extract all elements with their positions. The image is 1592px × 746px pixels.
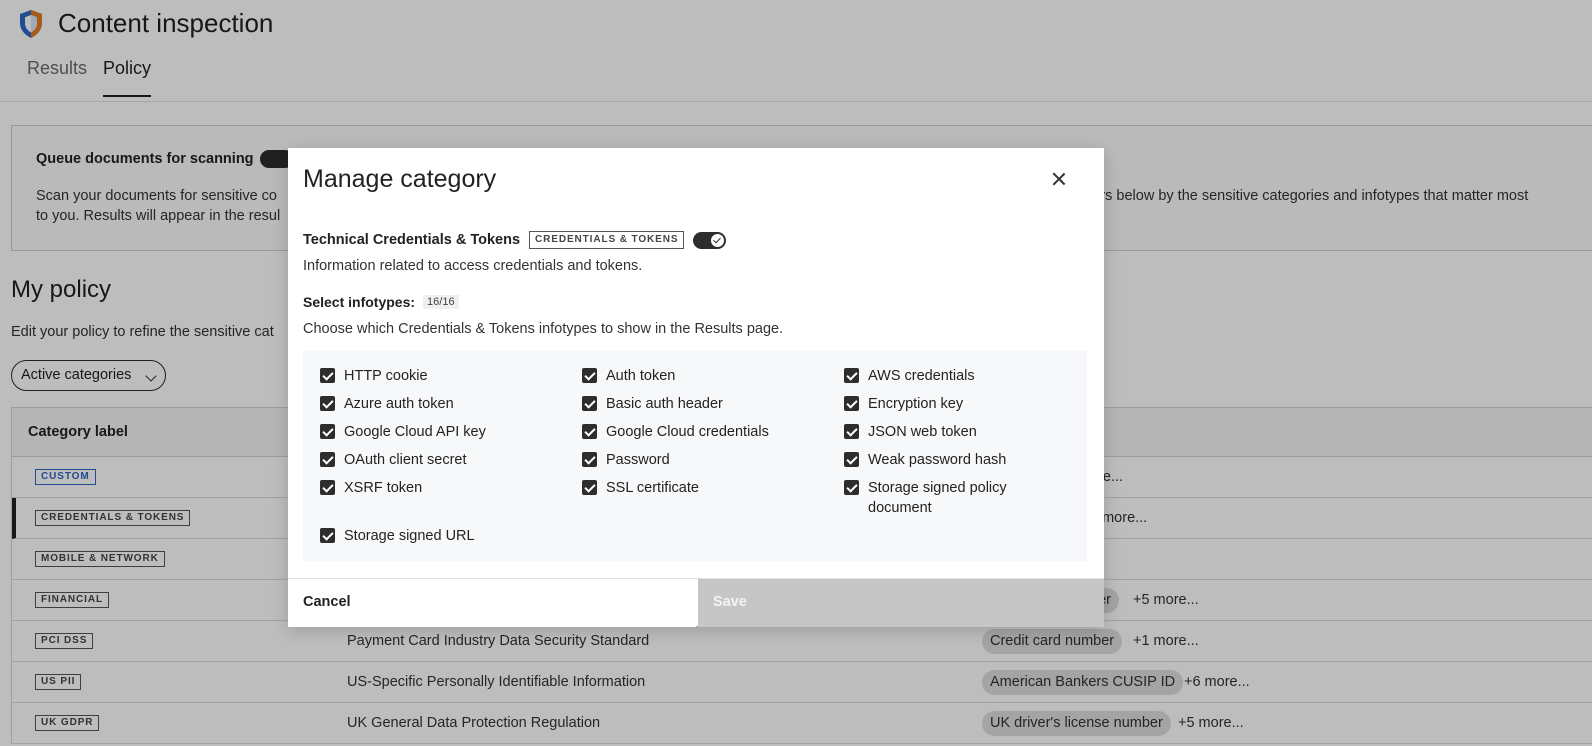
checkbox-checked-icon[interactable] [320, 396, 335, 411]
infotype-checkbox[interactable]: Encryption key [844, 394, 963, 414]
infotype-checkbox[interactable]: JSON web token [844, 422, 977, 442]
checkbox-checked-icon[interactable] [320, 452, 335, 467]
checkbox-checked-icon[interactable] [844, 480, 859, 495]
cancel-button[interactable]: Cancel [288, 579, 696, 627]
infotype-checkbox[interactable]: AWS credentials [844, 366, 975, 386]
category-header: Technical Credentials & Tokens CREDENTIA… [303, 231, 727, 249]
infotype-label: Google Cloud credentials [606, 424, 769, 440]
infotype-checkbox[interactable]: Azure auth token [320, 394, 454, 414]
infotype-checkbox[interactable]: Storage signed policy document [844, 478, 1014, 518]
infotype-checkbox[interactable]: Auth token [582, 366, 675, 386]
checkbox-checked-icon[interactable] [582, 480, 597, 495]
infotype-label: Azure auth token [344, 396, 454, 412]
infotype-checkbox[interactable]: Storage signed URL [320, 526, 475, 546]
select-infotypes-header: Select infotypes: 16/16 [303, 294, 459, 310]
infotype-count: 16/16 [423, 295, 459, 309]
category-badge: CREDENTIALS & TOKENS [529, 231, 685, 249]
category-name: Technical Credentials & Tokens [303, 232, 521, 248]
infotype-label: OAuth client secret [344, 452, 467, 468]
infotype-label: HTTP cookie [344, 368, 428, 384]
manage-category-dialog: Manage category Technical Credentials & … [288, 148, 1104, 627]
close-icon[interactable] [1048, 168, 1070, 190]
checkbox-checked-icon[interactable] [844, 424, 859, 439]
category-enabled-toggle[interactable] [693, 231, 727, 249]
dialog-title: Manage category [303, 165, 497, 193]
infotype-label: Storage signed URL [344, 528, 475, 544]
infotype-label: SSL certificate [606, 480, 699, 496]
infotype-label: Auth token [606, 368, 676, 384]
infotype-checkbox[interactable]: HTTP cookie [320, 366, 428, 386]
infotype-checkbox[interactable]: Google Cloud credentials [582, 422, 769, 442]
save-button[interactable]: Save [698, 579, 1104, 627]
infotype-checkbox[interactable]: Weak password hash [844, 450, 1006, 470]
infotype-label: Google Cloud API key [344, 424, 486, 440]
checkbox-checked-icon[interactable] [844, 452, 859, 467]
checkbox-checked-icon[interactable] [320, 368, 335, 383]
infotype-checkbox[interactable]: OAuth client secret [320, 450, 467, 470]
checkbox-checked-icon[interactable] [582, 452, 597, 467]
category-description: Information related to access credential… [303, 258, 643, 274]
infotype-label: Weak password hash [868, 452, 1007, 468]
checkbox-checked-icon[interactable] [320, 528, 335, 543]
checkbox-checked-icon[interactable] [582, 396, 597, 411]
select-infotypes-label: Select infotypes: [303, 294, 416, 310]
infotype-label: Basic auth header [606, 396, 723, 412]
checkbox-checked-icon[interactable] [582, 424, 597, 439]
infotype-label: Storage signed policy document [868, 480, 1007, 516]
infotype-checkbox[interactable]: SSL certificate [582, 478, 699, 498]
toggle-check-icon [711, 233, 725, 247]
dialog-footer: Cancel Save [288, 578, 1104, 627]
infotype-checkbox[interactable]: Password [582, 450, 670, 470]
checkbox-checked-icon[interactable] [844, 368, 859, 383]
infotype-label: JSON web token [868, 424, 977, 440]
infotype-label: Encryption key [868, 396, 964, 412]
infotype-checkbox[interactable]: Basic auth header [582, 394, 723, 414]
infotype-checkbox[interactable]: Google Cloud API key [320, 422, 486, 442]
infotype-checkbox[interactable]: XSRF token [320, 478, 422, 498]
infotype-label: AWS credentials [868, 368, 975, 384]
infotype-label: Password [606, 452, 670, 468]
infotype-label: XSRF token [344, 480, 423, 496]
select-infotypes-description: Choose which Credentials & Tokens infoty… [303, 321, 784, 337]
checkbox-checked-icon[interactable] [582, 368, 597, 383]
checkbox-checked-icon[interactable] [320, 480, 335, 495]
checkbox-checked-icon[interactable] [844, 396, 859, 411]
infotype-checkbox-grid: HTTP cookie Auth token AWS credentials A… [303, 351, 1087, 561]
checkbox-checked-icon[interactable] [320, 424, 335, 439]
